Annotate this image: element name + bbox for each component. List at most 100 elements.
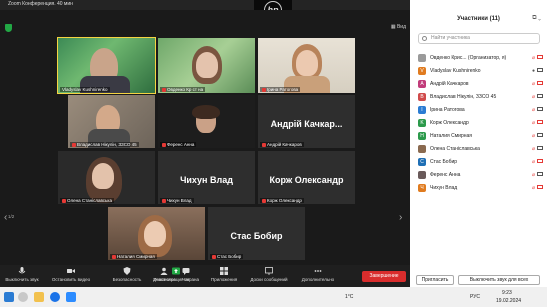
whiteboards-button[interactable]: Доски сообщений	[246, 267, 292, 282]
video-tile-chykhun[interactable]: Чихун Влад Чихун Влад	[158, 151, 255, 204]
participant-search-input[interactable]: Найти участника	[418, 33, 540, 44]
participant-status-icons: ●	[532, 68, 543, 74]
mute-button[interactable]: Выключить звук	[2, 267, 42, 282]
browser-icon[interactable]	[50, 292, 60, 302]
avatar	[418, 171, 426, 180]
mic-muted-icon: ⌀	[531, 185, 535, 192]
participant-status-icons: ⌀	[532, 159, 543, 165]
more-button[interactable]: Дополнительно	[298, 267, 338, 282]
apps-button[interactable]: Приложения	[206, 267, 242, 282]
avatar: A	[418, 80, 426, 89]
mic-off-icon	[262, 87, 266, 92]
participant-row[interactable]: H Наталия Смирная ⌀	[418, 130, 543, 143]
participant-row[interactable]: I Ірина Ратогова ⌀	[418, 104, 543, 117]
shield-icon	[123, 267, 131, 275]
security-button[interactable]: Безопасность	[108, 267, 146, 282]
avatar: V	[418, 67, 426, 76]
participant-status-icons: ⌀	[532, 107, 543, 113]
camera-off-icon	[537, 55, 543, 59]
apps-grid-icon	[220, 267, 228, 275]
participant-name: Владислав Нікулін, ЗЗСО 45	[430, 94, 497, 101]
popout-icon[interactable]: ⧉	[532, 15, 536, 21]
camera-off-icon	[537, 81, 543, 86]
mic-off-icon	[162, 198, 166, 203]
invite-button[interactable]: Пригласить	[416, 275, 454, 285]
participant-status-icons: ⌀	[532, 120, 543, 126]
avatar: K	[418, 119, 426, 128]
participant-row[interactable]: Ч Чихун Влад ⌀	[418, 182, 543, 195]
mic-muted-icon: ⌀	[531, 159, 535, 166]
participant-name: Стас Бобир	[430, 159, 458, 166]
stop-video-button[interactable]: Остановить видео	[48, 267, 94, 282]
clock-time: 9:23	[502, 290, 512, 296]
tile-name: Корж Олександр	[260, 198, 304, 203]
participant-list: Овденко Крис... (Организатор, я) ⌀ V Vladys…	[418, 52, 543, 196]
mic-muted-icon: ⌀	[531, 81, 535, 88]
avatar: C	[418, 158, 426, 167]
share-screen-button[interactable]: Демонстрация экрана	[146, 267, 206, 282]
participant-row[interactable]: Олена Станіславська ⌀	[418, 143, 543, 156]
participant-status-icons: ⌀	[532, 81, 543, 87]
window-title: Zoom Конференция. 40 мин	[8, 1, 73, 7]
participant-name: Vladyslav Kushnirenko	[430, 68, 481, 75]
video-tile-ovdenko[interactable]: Овденко Кр ст на	[158, 38, 255, 93]
page-prev-arrow-icon[interactable]: ‹	[4, 212, 7, 223]
participant-name: Чихун Влад	[430, 185, 458, 192]
mic-off-icon	[112, 254, 116, 259]
avatar	[418, 145, 426, 154]
participant-status-icons: ⌀	[532, 133, 543, 139]
panel-header-icons: ⧉ ⌄	[532, 15, 541, 22]
participant-status-icons: ⌀	[532, 55, 543, 61]
tile-name: Стас Бобир	[210, 254, 244, 259]
mic-off-icon	[72, 142, 76, 147]
video-tile-nataliia[interactable]: Наталия Смирная	[108, 207, 205, 260]
camera-on-icon	[537, 68, 543, 73]
participants-panel: Участники (11) ⧉ ⌄ Найти участника Овден…	[410, 0, 547, 287]
participant-status-icons: ⌀	[532, 94, 543, 100]
video-tile-olena[interactable]: Олена Станіславська	[58, 151, 155, 204]
video-tile-vladyslav-nikulin[interactable]: Владислав Нікулін, ЗЗСО 45	[68, 95, 155, 148]
os-taskbar: 1°C РУС 9:23 19.02.2024	[0, 287, 547, 307]
participant-row[interactable]: V Vladyslav Kushnirenko ●	[418, 65, 543, 78]
weather-temperature: 1°C	[345, 294, 354, 300]
video-tile-andrii[interactable]: Андрій Качкар... Андрій Качкаров	[258, 95, 355, 148]
participant-row[interactable]: C Стас Бобир ⌀	[418, 156, 543, 169]
tile-name: Ференс Анна	[160, 142, 197, 147]
participant-row[interactable]: B Владислав Нікулін, ЗЗСО 45 ⌀	[418, 91, 543, 104]
search-icon	[422, 36, 427, 41]
participant-row[interactable]: Ференс Анна ⌀	[418, 169, 543, 182]
video-tile-ferens[interactable]: Ференс Анна	[158, 95, 255, 148]
input-language[interactable]: РУС	[470, 294, 480, 300]
mic-muted-icon: ⌀	[531, 94, 535, 101]
tile-name: Чихун Влад	[160, 198, 194, 203]
camera-on-icon	[537, 146, 543, 151]
windows-start-icon[interactable]	[4, 292, 14, 302]
video-tile-stas[interactable]: Стас Бобир Стас Бобир	[208, 207, 305, 260]
participant-name: Ірина Ратогова	[430, 107, 465, 114]
participant-status-icons: ⌀	[532, 185, 543, 191]
camera-off-icon	[537, 159, 543, 164]
page-next-arrow-icon[interactable]: ›	[399, 212, 402, 223]
file-explorer-icon[interactable]	[34, 292, 44, 302]
tile-display-name: Стас Бобир	[230, 231, 283, 242]
end-meeting-button[interactable]: Завершение	[362, 271, 406, 282]
participant-row[interactable]: K Корж Олександр ⌀	[418, 117, 543, 130]
video-tile-korzh[interactable]: Корж Олександр Корж Олександр	[258, 151, 355, 204]
chevron-down-icon[interactable]: ⌄	[538, 15, 541, 21]
view-button[interactable]: ▦ Вид	[391, 24, 406, 30]
mic-muted-icon: ⌀	[531, 107, 535, 114]
participant-row[interactable]: A Андрій Качкаров ⌀	[418, 78, 543, 91]
mic-muted-icon: ⌀	[531, 120, 535, 127]
mic-muted-icon: ⌀	[531, 133, 535, 140]
tile-name: Олена Станіславська	[60, 198, 114, 203]
video-tile-iryna[interactable]: Ірина Ратогова	[258, 38, 355, 93]
participant-row[interactable]: Овденко Крис... (Организатор, я) ⌀	[418, 52, 543, 65]
video-tile-vladyslav[interactable]: Vladyslav Kushnirenko	[57, 37, 156, 94]
camera-off-icon	[537, 120, 543, 125]
mute-all-button[interactable]: Выключить звук для всех	[458, 275, 540, 285]
search-icon[interactable]	[18, 292, 28, 302]
mic-muted-icon: ⌀	[531, 146, 535, 153]
mic-off-icon	[262, 198, 266, 203]
mic-off-icon	[262, 142, 266, 147]
zoom-app-icon[interactable]	[66, 292, 76, 302]
